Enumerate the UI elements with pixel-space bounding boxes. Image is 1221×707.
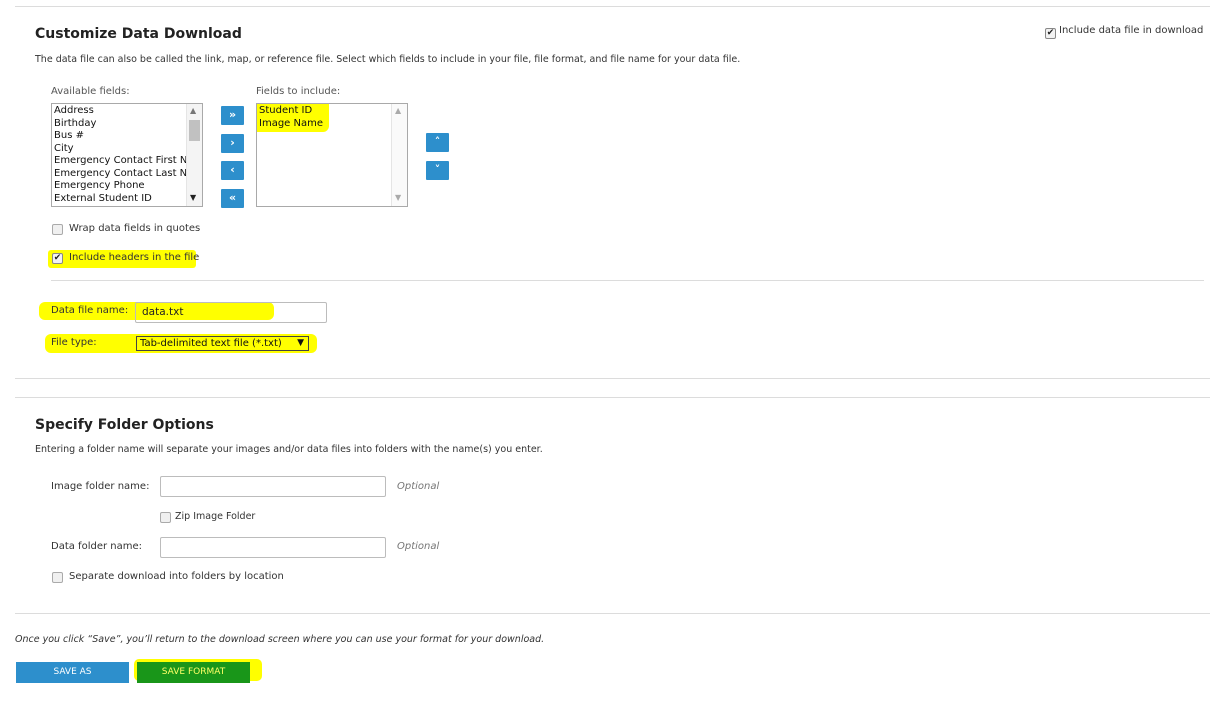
scroll-up-icon[interactable]: ▲: [395, 106, 401, 116]
scrollbar-thumb[interactable]: [189, 120, 200, 141]
file-name-input[interactable]: data.txt: [135, 302, 327, 323]
list-item[interactable]: City: [52, 143, 186, 156]
customize-title: Customize Data Download: [35, 26, 242, 42]
add-button[interactable]: ›: [221, 134, 244, 153]
move-up-button[interactable]: ˄: [426, 133, 449, 152]
top-divider: [15, 6, 1210, 7]
wrap-quotes-label: Wrap data fields in quotes: [69, 223, 201, 234]
customize-description: The data file can also be called the lin…: [35, 54, 741, 65]
list-item[interactable]: Birthday: [52, 118, 186, 131]
remove-all-button[interactable]: «: [221, 189, 244, 208]
list-item[interactable]: Student ID: [257, 105, 391, 118]
include-headers-checkbox[interactable]: ✔: [52, 253, 63, 264]
data-folder-input[interactable]: [160, 537, 386, 558]
remove-button[interactable]: ‹: [221, 161, 244, 180]
file-name-value: data.txt: [142, 306, 184, 318]
scroll-down-icon[interactable]: ▼: [190, 193, 196, 203]
available-fields-list[interactable]: Address Birthday Bus # City Emergency Co…: [51, 103, 203, 207]
include-in-download-checkbox[interactable]: ✔: [1045, 28, 1056, 39]
separate-by-location-label: Separate download into folders by locati…: [69, 571, 284, 582]
inner-divider: [51, 280, 1204, 281]
file-type-select[interactable]: Tab-delimited text file (*.txt) ▼: [136, 336, 309, 351]
list-item[interactable]: Bus #: [52, 130, 186, 143]
move-down-button[interactable]: ˅: [426, 161, 449, 180]
fields-to-include-scrollbar[interactable]: ▲ ▼: [391, 104, 407, 206]
include-in-download-label: Include data file in download: [1059, 25, 1204, 36]
footer-note: Once you click “Save”, you’ll return to …: [15, 634, 545, 645]
section-divider-1: [15, 378, 1210, 379]
scroll-up-icon[interactable]: ▲: [190, 106, 196, 116]
file-name-label: Data file name:: [51, 305, 129, 316]
file-type-value: Tab-delimited text file (*.txt): [140, 338, 282, 349]
list-item[interactable]: Emergency Phone: [52, 180, 186, 193]
save-as-button[interactable]: SAVE AS: [16, 662, 129, 683]
list-item[interactable]: External Student ID: [52, 193, 186, 206]
list-item[interactable]: Emergency Contact First Na: [52, 155, 186, 168]
image-folder-label: Image folder name:: [51, 481, 150, 492]
check-icon: ✔: [1046, 28, 1055, 38]
save-format-button[interactable]: SAVE FORMAT: [137, 662, 250, 683]
separate-by-location-checkbox[interactable]: [52, 572, 63, 583]
zip-image-folder-checkbox[interactable]: [160, 512, 171, 523]
list-item[interactable]: Address: [52, 105, 186, 118]
check-icon: ✔: [53, 253, 62, 263]
folders-title: Specify Folder Options: [35, 417, 214, 433]
image-folder-input[interactable]: [160, 476, 386, 497]
file-type-label: File type:: [51, 337, 97, 348]
available-fields-label: Available fields:: [51, 86, 130, 97]
data-folder-label: Data folder name:: [51, 541, 142, 552]
list-item[interactable]: Emergency Contact Last Na: [52, 168, 186, 181]
available-fields-scrollbar[interactable]: ▲ ▼: [186, 104, 202, 206]
image-folder-optional: Optional: [397, 481, 440, 492]
scroll-down-icon[interactable]: ▼: [395, 193, 401, 203]
include-headers-label: Include headers in the file: [69, 252, 200, 263]
wrap-quotes-checkbox[interactable]: [52, 224, 63, 235]
add-all-button[interactable]: »: [221, 106, 244, 125]
list-item[interactable]: Image Name: [257, 118, 391, 131]
fields-to-include-list[interactable]: Student ID Image Name ▲ ▼: [256, 103, 408, 207]
chevron-down-icon: ▼: [297, 338, 304, 348]
fields-to-include-label: Fields to include:: [256, 86, 341, 97]
data-folder-optional: Optional: [397, 541, 440, 552]
folders-description: Entering a folder name will separate you…: [35, 444, 543, 455]
footer-divider: [15, 613, 1210, 614]
zip-image-folder-label: Zip Image Folder: [175, 511, 256, 522]
section-divider-2: [15, 397, 1210, 398]
